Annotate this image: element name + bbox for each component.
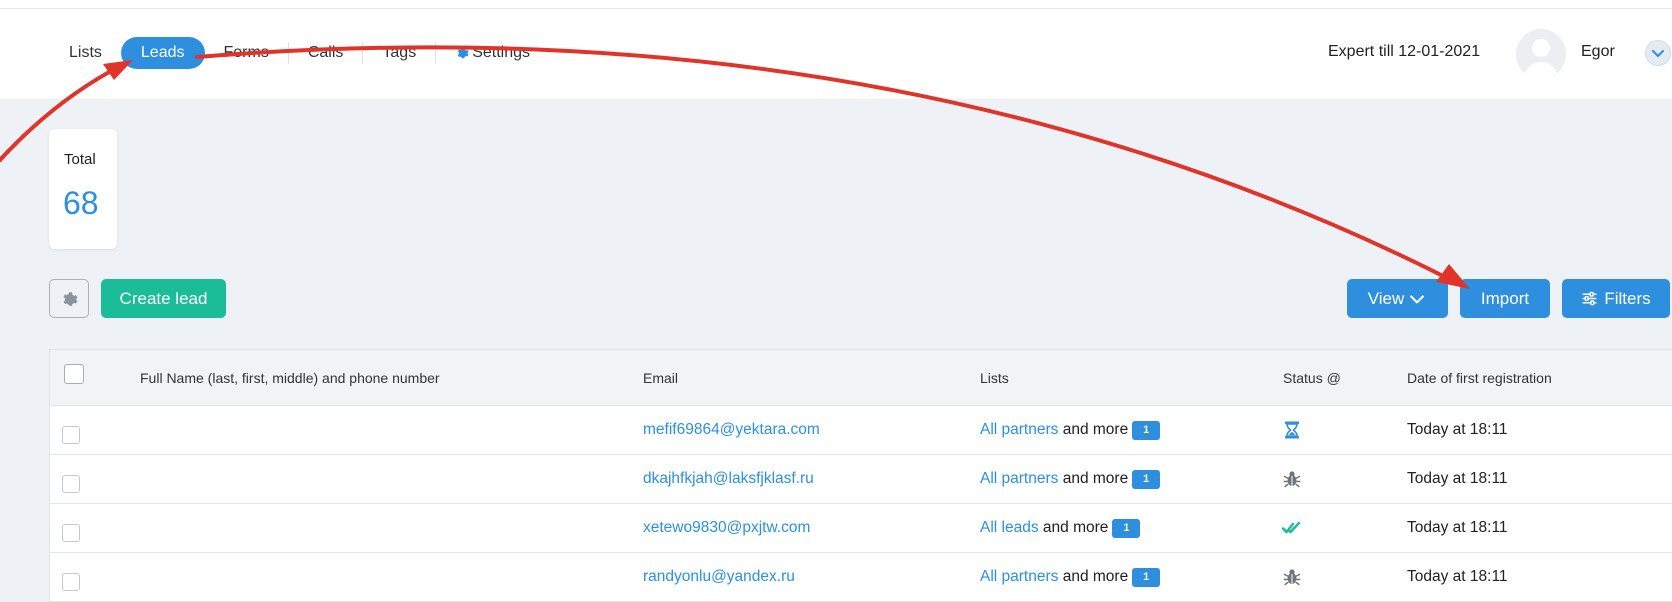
column-header-email[interactable]: Email — [643, 370, 678, 386]
chevron-down-icon — [1652, 50, 1664, 57]
column-header-lists[interactable]: Lists — [980, 370, 1009, 386]
filters-button[interactable]: Filters — [1562, 279, 1670, 318]
column-header-date[interactable]: Date of first registration — [1407, 370, 1552, 386]
table-header: Full Name (last, first, middle) and phon… — [50, 350, 1672, 406]
lead-email-link[interactable]: randyonlu@yandex.ru — [643, 568, 795, 586]
table-row[interactable]: dkajhfkjah@laksfjklasf.ru All partners a… — [50, 455, 1672, 504]
nav-tab-label: Calls — [307, 44, 344, 61]
bug-icon — [1283, 471, 1301, 488]
plan-status: Expert till 12-01-2021 — [1328, 43, 1481, 60]
gear-icon — [457, 47, 469, 59]
list-link[interactable]: All leads — [980, 519, 1039, 536]
column-header-status[interactable]: Status @ — [1283, 370, 1341, 386]
more-text: and more — [1062, 421, 1129, 438]
leads-table: Full Name (last, first, middle) and phon… — [49, 349, 1672, 602]
total-stat-card: Total 68 — [49, 129, 117, 249]
lead-email-link[interactable]: xetewo9830@pxjtw.com — [643, 519, 810, 537]
nav-tab-calls[interactable]: Calls — [287, 42, 363, 64]
table-row[interactable]: xetewo9830@pxjtw.com All leads and more 1… — [50, 504, 1672, 553]
nav-tab-label: Lists — [69, 44, 102, 61]
user-name: Egor — [1581, 43, 1615, 60]
main-nav: Lists Leads Forms Calls Tags Settings — [55, 37, 549, 69]
filters-label: Filters — [1604, 288, 1651, 308]
nav-tab-label: Forms — [223, 44, 269, 61]
view-label: View — [1367, 288, 1405, 308]
lead-lists: All partners and more 1 — [980, 421, 1161, 440]
top-divider — [0, 8, 1672, 9]
more-count-badge[interactable]: 1 — [1132, 421, 1161, 440]
row-checkbox[interactable] — [62, 426, 80, 444]
lead-lists: All partners and more 1 — [980, 568, 1161, 587]
user-menu-button[interactable] — [1645, 40, 1671, 66]
column-header-name[interactable]: Full Name (last, first, middle) and phon… — [140, 370, 440, 386]
nav-tab-forms[interactable]: Forms — [205, 42, 288, 64]
avatar[interactable] — [1516, 29, 1566, 79]
import-button[interactable]: Import — [1460, 279, 1550, 318]
row-checkbox[interactable] — [62, 524, 80, 542]
list-link[interactable]: All partners — [980, 421, 1058, 438]
more-count-badge[interactable]: 1 — [1132, 568, 1161, 587]
view-button[interactable]: View — [1347, 279, 1448, 318]
sliders-icon — [1582, 291, 1598, 306]
list-link[interactable]: All partners — [980, 568, 1058, 585]
lead-email-link[interactable]: mefif69864@yektara.com — [643, 421, 820, 439]
table-row[interactable]: mefif69864@yektara.com All partners and … — [50, 406, 1672, 455]
more-text: and more — [1062, 568, 1129, 585]
double-check-icon — [1282, 521, 1301, 534]
registration-date: Today at 18:11 — [1407, 470, 1508, 487]
gear-icon — [63, 291, 78, 306]
bug-icon — [1283, 569, 1301, 586]
nav-tab-label: Leads — [140, 44, 185, 61]
select-all-checkbox[interactable] — [64, 364, 84, 384]
create-lead-button[interactable]: Create lead — [101, 279, 226, 318]
nav-tab-settings[interactable]: Settings — [435, 42, 549, 64]
nav-tab-lists[interactable]: Lists — [55, 42, 121, 64]
table-row[interactable]: randyonlu@yandex.ru All partners and mor… — [50, 553, 1672, 602]
lead-email-link[interactable]: dkajhfkjah@laksfjklasf.ru — [643, 470, 814, 488]
registration-date: Today at 18:11 — [1407, 568, 1508, 585]
nav-tab-label: Tags — [382, 44, 417, 61]
lead-lists: All partners and more 1 — [980, 470, 1161, 489]
lead-lists: All leads and more 1 — [980, 519, 1141, 538]
avatar-icon — [1524, 39, 1558, 79]
top-bar: Lists Leads Forms Calls Tags Settings Ex… — [0, 0, 1672, 99]
nav-tab-leads[interactable]: Leads — [120, 37, 205, 69]
table-settings-button[interactable] — [49, 279, 89, 318]
list-link[interactable]: All partners — [980, 470, 1058, 487]
more-count-badge[interactable]: 1 — [1132, 470, 1161, 489]
hourglass-icon — [1285, 421, 1299, 439]
registration-date: Today at 18:11 — [1407, 421, 1508, 438]
total-label: Total — [64, 151, 96, 168]
nav-tab-label: Settings — [472, 44, 530, 61]
more-count-badge[interactable]: 1 — [1112, 519, 1141, 538]
chevron-down-icon — [1410, 294, 1425, 303]
more-text: and more — [1042, 519, 1109, 536]
row-checkbox[interactable] — [62, 475, 80, 493]
nav-tab-tags[interactable]: Tags — [362, 42, 435, 64]
total-value: 68 — [63, 185, 99, 221]
registration-date: Today at 18:11 — [1407, 519, 1508, 536]
more-text: and more — [1062, 470, 1129, 487]
row-checkbox[interactable] — [62, 573, 80, 591]
